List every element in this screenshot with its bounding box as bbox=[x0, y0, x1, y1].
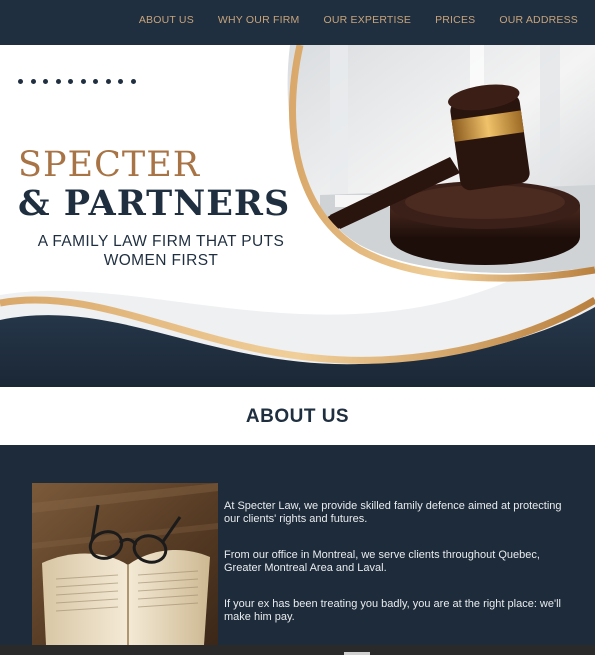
dot bbox=[18, 79, 23, 84]
bottom-scroll-bar bbox=[0, 645, 595, 655]
brand-name-line1: SPECTER bbox=[18, 145, 201, 185]
about-title: ABOUT US bbox=[245, 406, 350, 427]
dot bbox=[93, 79, 98, 84]
about-paragraphs: At Specter Law, we provide skilled famil… bbox=[224, 500, 564, 647]
hero-tagline: A FAMILY LAW FIRM THAT PUTS WOMEN FIRST bbox=[10, 232, 312, 270]
dot bbox=[43, 79, 48, 84]
dot bbox=[30, 79, 36, 84]
open-book-photo bbox=[32, 483, 218, 645]
nav-links: ABOUT US WHY OUR FIRM OUR EXPERTISE PRIC… bbox=[139, 14, 578, 26]
about-paragraph-3: If your ex has been treating you badly, … bbox=[224, 598, 561, 623]
about-section: At Specter Law, we provide skilled famil… bbox=[0, 445, 595, 645]
dot bbox=[55, 79, 61, 84]
book-glasses-image bbox=[32, 483, 218, 645]
nav-link-our-address[interactable]: OUR ADDRESS bbox=[499, 14, 578, 26]
tagline-line1: A FAMILY LAW FIRM THAT PUTS bbox=[37, 233, 285, 250]
dot bbox=[105, 79, 111, 84]
nav-link-prices[interactable]: PRICES bbox=[435, 14, 475, 26]
gavel-photo bbox=[287, 45, 595, 273]
nav-link-why-our-firm[interactable]: WHY OUR FIRM bbox=[218, 14, 300, 26]
top-navbar: ABOUT US WHY OUR FIRM OUR EXPERTISE PRIC… bbox=[0, 0, 595, 45]
hero-banner: SPECTER & PARTNERS A FAMILY LAW FIRM THA… bbox=[0, 45, 595, 387]
dot bbox=[118, 79, 123, 84]
about-paragraph-2: From our office in Montreal, we serve cl… bbox=[224, 549, 540, 574]
brand-name-line2: & PARTNERS bbox=[18, 183, 291, 224]
dot bbox=[130, 79, 136, 84]
tagline-line2: WOMEN FIRST bbox=[103, 252, 219, 269]
dot bbox=[68, 79, 73, 84]
about-section-header: ABOUT US bbox=[0, 387, 595, 445]
dot bbox=[80, 79, 86, 84]
nav-link-our-expertise[interactable]: OUR EXPERTISE bbox=[323, 14, 411, 26]
about-paragraph-1: At Specter Law, we provide skilled famil… bbox=[224, 500, 562, 525]
decorative-dots bbox=[18, 79, 136, 84]
nav-link-about-us[interactable]: ABOUT US bbox=[139, 14, 194, 26]
